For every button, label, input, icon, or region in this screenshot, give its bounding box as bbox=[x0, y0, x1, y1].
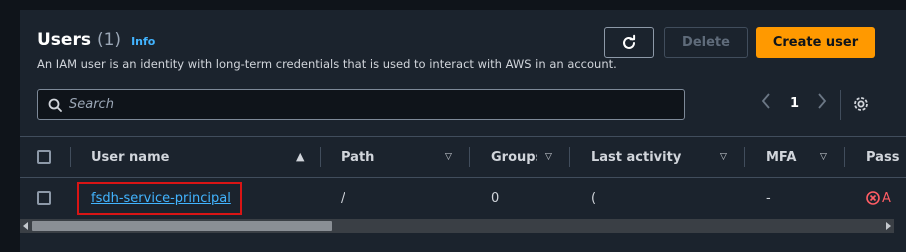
column-divider bbox=[569, 147, 570, 167]
column-header-groups[interactable]: Groups bbox=[491, 137, 537, 177]
scroll-left-icon[interactable] bbox=[23, 222, 28, 230]
pager-divider bbox=[840, 90, 841, 120]
column-header-password-age[interactable]: Pass bbox=[866, 137, 906, 177]
table-header: User name ▲ Path ▽ Groups ▽ Last activit… bbox=[20, 137, 906, 177]
path-cell: / bbox=[341, 190, 346, 206]
prev-page-button[interactable] bbox=[760, 91, 772, 115]
create-user-button[interactable]: Create user bbox=[756, 27, 875, 58]
chevron-left-icon bbox=[761, 93, 770, 109]
column-divider bbox=[844, 147, 845, 167]
last-activity-cell: ( bbox=[591, 190, 597, 206]
sort-icon[interactable]: ▽ bbox=[545, 152, 552, 162]
mfa-cell: - bbox=[766, 190, 771, 206]
refresh-icon bbox=[623, 34, 636, 49]
column-header-path[interactable]: Path bbox=[341, 137, 441, 177]
sort-ascending-icon[interactable]: ▲ bbox=[296, 150, 304, 163]
password-age-text: A bbox=[882, 190, 891, 206]
next-page-button[interactable] bbox=[816, 91, 828, 115]
panel-description: An IAM user is an identity with long-ter… bbox=[37, 57, 617, 71]
groups-cell: 0 bbox=[491, 190, 500, 206]
password-age-cell: A bbox=[866, 178, 906, 218]
column-divider bbox=[469, 147, 470, 167]
search-placeholder: Search bbox=[69, 97, 114, 112]
column-divider bbox=[744, 147, 745, 167]
column-divider bbox=[320, 147, 321, 167]
horizontal-scrollbar[interactable] bbox=[20, 219, 894, 233]
error-icon bbox=[866, 191, 880, 205]
refresh-button[interactable] bbox=[604, 27, 654, 58]
sort-icon[interactable]: ▽ bbox=[445, 152, 452, 162]
page-title: Users bbox=[37, 30, 91, 50]
gear-icon bbox=[854, 97, 868, 111]
scrollbar-thumb[interactable] bbox=[32, 221, 332, 231]
select-all-checkbox[interactable] bbox=[37, 150, 51, 164]
row-checkbox[interactable] bbox=[37, 191, 51, 205]
column-divider bbox=[70, 147, 71, 167]
delete-button[interactable]: Delete bbox=[664, 27, 748, 58]
chevron-right-icon bbox=[818, 93, 827, 109]
table-settings-button[interactable] bbox=[852, 95, 870, 117]
search-icon bbox=[48, 98, 62, 112]
sort-icon[interactable]: ▽ bbox=[820, 152, 827, 162]
users-panel: Users (1) Info An IAM user is an identit… bbox=[20, 10, 906, 252]
info-link[interactable]: Info bbox=[131, 35, 155, 48]
highlight-box bbox=[77, 182, 242, 215]
search-input[interactable]: Search bbox=[37, 89, 685, 120]
scroll-right-icon[interactable] bbox=[886, 222, 891, 230]
page-number[interactable]: 1 bbox=[790, 96, 799, 111]
column-header-mfa[interactable]: MFA bbox=[766, 137, 816, 177]
panel-header: Users (1) Info bbox=[37, 30, 155, 50]
sort-icon[interactable]: ▽ bbox=[720, 152, 727, 162]
column-header-last-activity[interactable]: Last activity bbox=[591, 137, 711, 177]
column-header-user-name[interactable]: User name bbox=[91, 137, 291, 177]
user-count: (1) bbox=[96, 30, 122, 50]
